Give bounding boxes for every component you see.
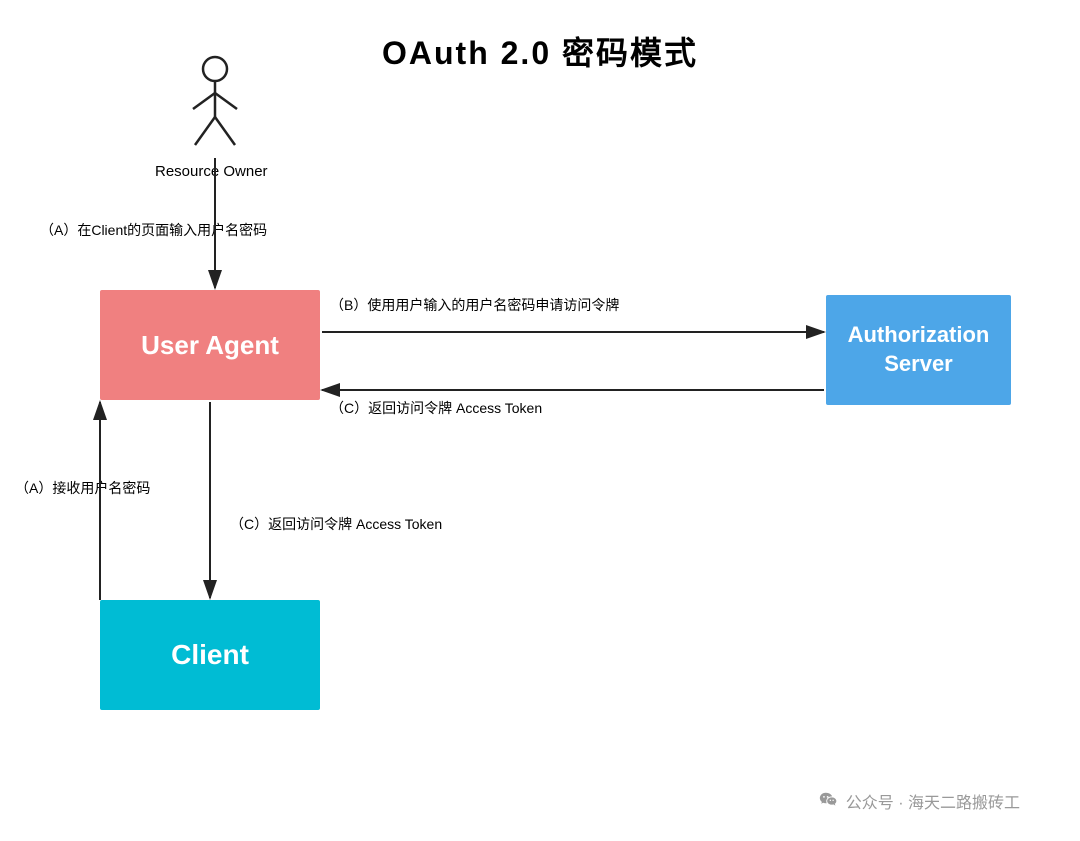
wechat-icon — [818, 790, 840, 812]
auth-server-label: Authorization Server — [848, 321, 990, 378]
diagram-arrows — [0, 0, 1080, 841]
client-label: Client — [171, 639, 249, 671]
label-step-a-bottom: （A）接收用户名密码 — [15, 478, 150, 498]
watermark-text: 公众号 · 海天二路搬砖工 — [846, 789, 1020, 813]
label-step-b: （B）使用用户输入的用户名密码申请访问令牌 — [330, 295, 619, 315]
user-agent-box: User Agent — [100, 290, 320, 400]
footer-watermark: 公众号 · 海天二路搬砖工 — [818, 789, 1020, 813]
resource-owner-label: Resource Owner — [155, 163, 268, 180]
label-step-a-top: （A）在Client的页面输入用户名密码 — [40, 220, 267, 240]
resource-owner-figure — [185, 55, 245, 155]
client-box: Client — [100, 600, 320, 710]
page-title: OAuth 2.0 密码模式 — [0, 0, 1080, 74]
label-step-c-bottom: （C）返回访问令牌 Access Token — [230, 514, 442, 534]
user-agent-label: User Agent — [141, 330, 279, 361]
auth-server-box: Authorization Server — [826, 295, 1011, 405]
label-step-c-top: （C）返回访问令牌 Access Token — [330, 398, 542, 418]
